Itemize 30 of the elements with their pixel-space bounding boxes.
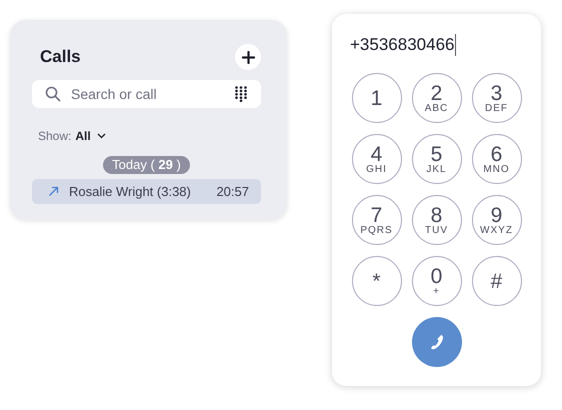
add-button[interactable] [235, 44, 261, 70]
dialpad-icon[interactable] [235, 86, 247, 102]
dial-key[interactable]: 3 DEF [472, 73, 522, 123]
date-group-pill: Today ( 29 ) [103, 156, 190, 174]
call-time: 20:57 [216, 184, 249, 199]
dial-key[interactable]: 1 [352, 73, 402, 123]
outgoing-arrow-icon [48, 186, 59, 197]
dial-key[interactable]: 6 MNO [472, 134, 522, 184]
dial-key[interactable]: 2 ABC [412, 73, 462, 123]
dial-key[interactable]: 7 PQRS [352, 195, 402, 245]
dial-key[interactable]: 8 TUV [412, 195, 462, 245]
plus-icon [242, 50, 254, 64]
text-cursor [455, 34, 456, 56]
dial-key[interactable]: 5 JKL [412, 134, 462, 184]
search-input[interactable]: Search or call [69, 85, 227, 103]
number-field[interactable]: +3536830466 [350, 34, 456, 56]
dial-key[interactable]: * [352, 256, 402, 306]
chevron-down-icon [96, 133, 106, 139]
search-field[interactable]: Search or call [32, 80, 261, 108]
search-icon [45, 86, 61, 102]
call-button[interactable] [412, 317, 462, 367]
caller-name: Rosalie Wright (3:38) [69, 184, 192, 199]
dial-key[interactable]: 4 GHI [352, 134, 402, 184]
panel-title: Calls [40, 47, 81, 67]
dial-key[interactable]: # [472, 256, 522, 306]
dial-key[interactable]: 0 + [412, 256, 462, 306]
call-row[interactable]: Rosalie Wright (3:38) 20:57 [32, 179, 261, 204]
filter-label: Show: [38, 129, 72, 143]
filter-dropdown[interactable]: All [75, 129, 106, 143]
dial-key[interactable]: 9 WXYZ [472, 195, 522, 245]
